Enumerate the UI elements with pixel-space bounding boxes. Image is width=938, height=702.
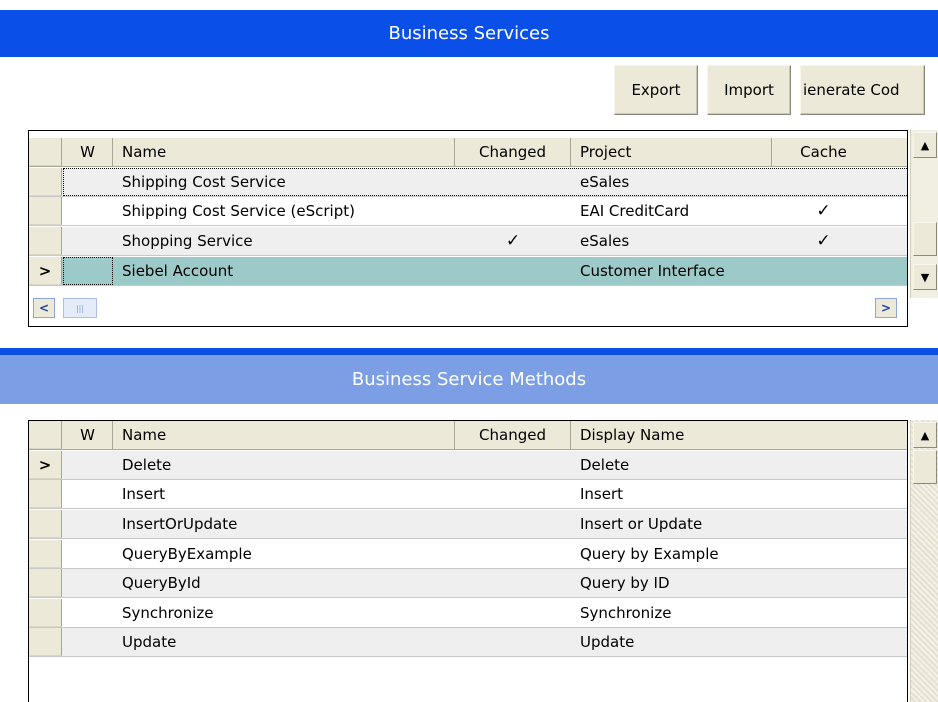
display-name-cell[interactable]: Synchronize xyxy=(571,599,907,627)
project-cell[interactable]: eSales xyxy=(571,227,772,255)
grid-header-row: W Name Changed Display Name xyxy=(29,421,907,450)
vertical-scroll-thumb[interactable] xyxy=(913,450,937,484)
export-button[interactable]: Export xyxy=(614,65,698,115)
row-selector[interactable] xyxy=(29,628,62,656)
scroll-up-icon[interactable]: ▲ xyxy=(913,132,937,158)
column-header-name[interactable]: Name xyxy=(113,138,455,166)
table-row-selected[interactable]: > Siebel Account Customer Interface xyxy=(29,257,907,286)
column-header-w[interactable]: W xyxy=(63,138,113,166)
table-row-selected[interactable]: > Delete Delete xyxy=(29,451,907,480)
row-selector[interactable] xyxy=(29,197,62,225)
name-cell[interactable]: Insert xyxy=(113,480,455,508)
display-name-cell[interactable]: Update xyxy=(571,628,907,656)
row-selector[interactable] xyxy=(29,599,62,627)
row-selector[interactable] xyxy=(29,510,62,538)
scroll-down-icon[interactable]: ▼ xyxy=(913,264,937,290)
screen: Business Services Export Import ienerate… xyxy=(0,0,938,702)
name-cell[interactable]: Shipping Cost Service xyxy=(113,168,455,196)
row-selector[interactable] xyxy=(29,540,62,568)
name-cell[interactable]: QueryById xyxy=(113,569,455,597)
scroll-up-icon[interactable]: ▲ xyxy=(913,422,937,448)
table-row[interactable]: InsertOrUpdate Insert or Update xyxy=(29,510,907,539)
row-selector-current[interactable]: > xyxy=(29,451,62,479)
name-cell[interactable]: Synchronize xyxy=(113,599,455,627)
column-header-cache[interactable]: Cache xyxy=(772,138,875,166)
table-row[interactable]: Update Update xyxy=(29,628,907,657)
cache-cell[interactable]: ✓ xyxy=(772,197,875,225)
display-name-cell[interactable]: Delete xyxy=(571,451,907,479)
column-header-project[interactable]: Project xyxy=(571,138,772,166)
cache-cell[interactable]: ✓ xyxy=(772,227,875,255)
table-row[interactable]: Synchronize Synchronize xyxy=(29,599,907,628)
column-header-display-name[interactable]: Display Name xyxy=(571,421,907,449)
column-header-changed[interactable]: Changed xyxy=(455,138,571,166)
cache-cell[interactable] xyxy=(772,168,875,196)
changed-cell[interactable] xyxy=(455,257,571,285)
project-cell[interactable]: EAI CreditCard xyxy=(571,197,772,225)
changed-cell[interactable]: ✓ xyxy=(455,227,571,255)
name-cell[interactable]: QueryByExample xyxy=(113,540,455,568)
display-name-cell[interactable]: Query by Example xyxy=(571,540,907,568)
name-cell[interactable]: Siebel Account xyxy=(113,257,455,285)
cache-cell[interactable] xyxy=(772,257,875,285)
table-row[interactable]: Shipping Cost Service (eScript) EAI Cred… xyxy=(29,197,907,226)
display-name-cell[interactable]: Insert or Update xyxy=(571,510,907,538)
row-selector[interactable] xyxy=(29,168,62,196)
horizontal-scroll-thumb[interactable]: ||| xyxy=(63,298,97,318)
applet-divider xyxy=(0,348,938,355)
column-header-name[interactable]: Name xyxy=(113,421,455,449)
table-row[interactable]: QueryByExample Query by Example xyxy=(29,540,907,569)
row-selector-current[interactable]: > xyxy=(29,257,62,285)
business-services-title-bar: Business Services xyxy=(0,10,938,57)
import-button[interactable]: Import xyxy=(707,65,791,115)
generate-code-button[interactable]: ienerate Cod xyxy=(800,65,925,115)
changed-cell[interactable] xyxy=(455,168,571,196)
project-cell[interactable]: eSales xyxy=(571,168,772,196)
table-row[interactable]: Insert Insert xyxy=(29,480,907,509)
name-cell[interactable]: Shipping Cost Service (eScript) xyxy=(113,197,455,225)
table-row[interactable]: QueryById Query by ID xyxy=(29,569,907,598)
business-service-methods-title-bar: Business Service Methods xyxy=(0,355,938,404)
name-cell[interactable]: Update xyxy=(113,628,455,656)
column-header-changed[interactable]: Changed xyxy=(455,421,571,449)
name-cell[interactable]: InsertOrUpdate xyxy=(113,510,455,538)
header-corner xyxy=(29,421,62,449)
table-row[interactable]: Shopping Service ✓ eSales ✓ xyxy=(29,227,907,256)
changed-cell[interactable] xyxy=(455,197,571,225)
scroll-right-icon[interactable]: > xyxy=(875,298,897,318)
grid-header-row: W Name Changed Project Cache xyxy=(29,138,907,167)
vertical-scroll-thumb[interactable] xyxy=(913,222,937,256)
display-name-cell[interactable]: Insert xyxy=(571,480,907,508)
business-service-methods-title: Business Service Methods xyxy=(351,369,587,390)
column-header-w[interactable]: W xyxy=(63,421,113,449)
display-name-cell[interactable]: Query by ID xyxy=(571,569,907,597)
business-services-grid: W Name Changed Project Cache Shipping Co… xyxy=(28,130,908,327)
bottom-vertical-scrollbar[interactable]: ▲ xyxy=(910,420,938,702)
row-selector[interactable] xyxy=(29,227,62,255)
business-services-title: Business Services xyxy=(388,23,550,44)
project-cell[interactable]: Customer Interface xyxy=(571,257,772,285)
row-selector[interactable] xyxy=(29,569,62,597)
scroll-left-icon[interactable]: < xyxy=(33,298,55,318)
row-selector[interactable] xyxy=(29,480,62,508)
business-service-methods-grid: W Name Changed Display Name > Delete Del… xyxy=(28,420,908,702)
w-cell-focus[interactable] xyxy=(63,257,113,285)
header-corner xyxy=(29,138,62,166)
name-cell[interactable]: Shopping Service xyxy=(113,227,455,255)
name-cell[interactable]: Delete xyxy=(113,451,455,479)
horizontal-scrollbar[interactable]: < ||| > xyxy=(29,294,907,322)
top-vertical-scrollbar[interactable]: ▲ ▼ xyxy=(910,130,938,298)
table-row[interactable]: Shipping Cost Service eSales xyxy=(29,168,907,197)
